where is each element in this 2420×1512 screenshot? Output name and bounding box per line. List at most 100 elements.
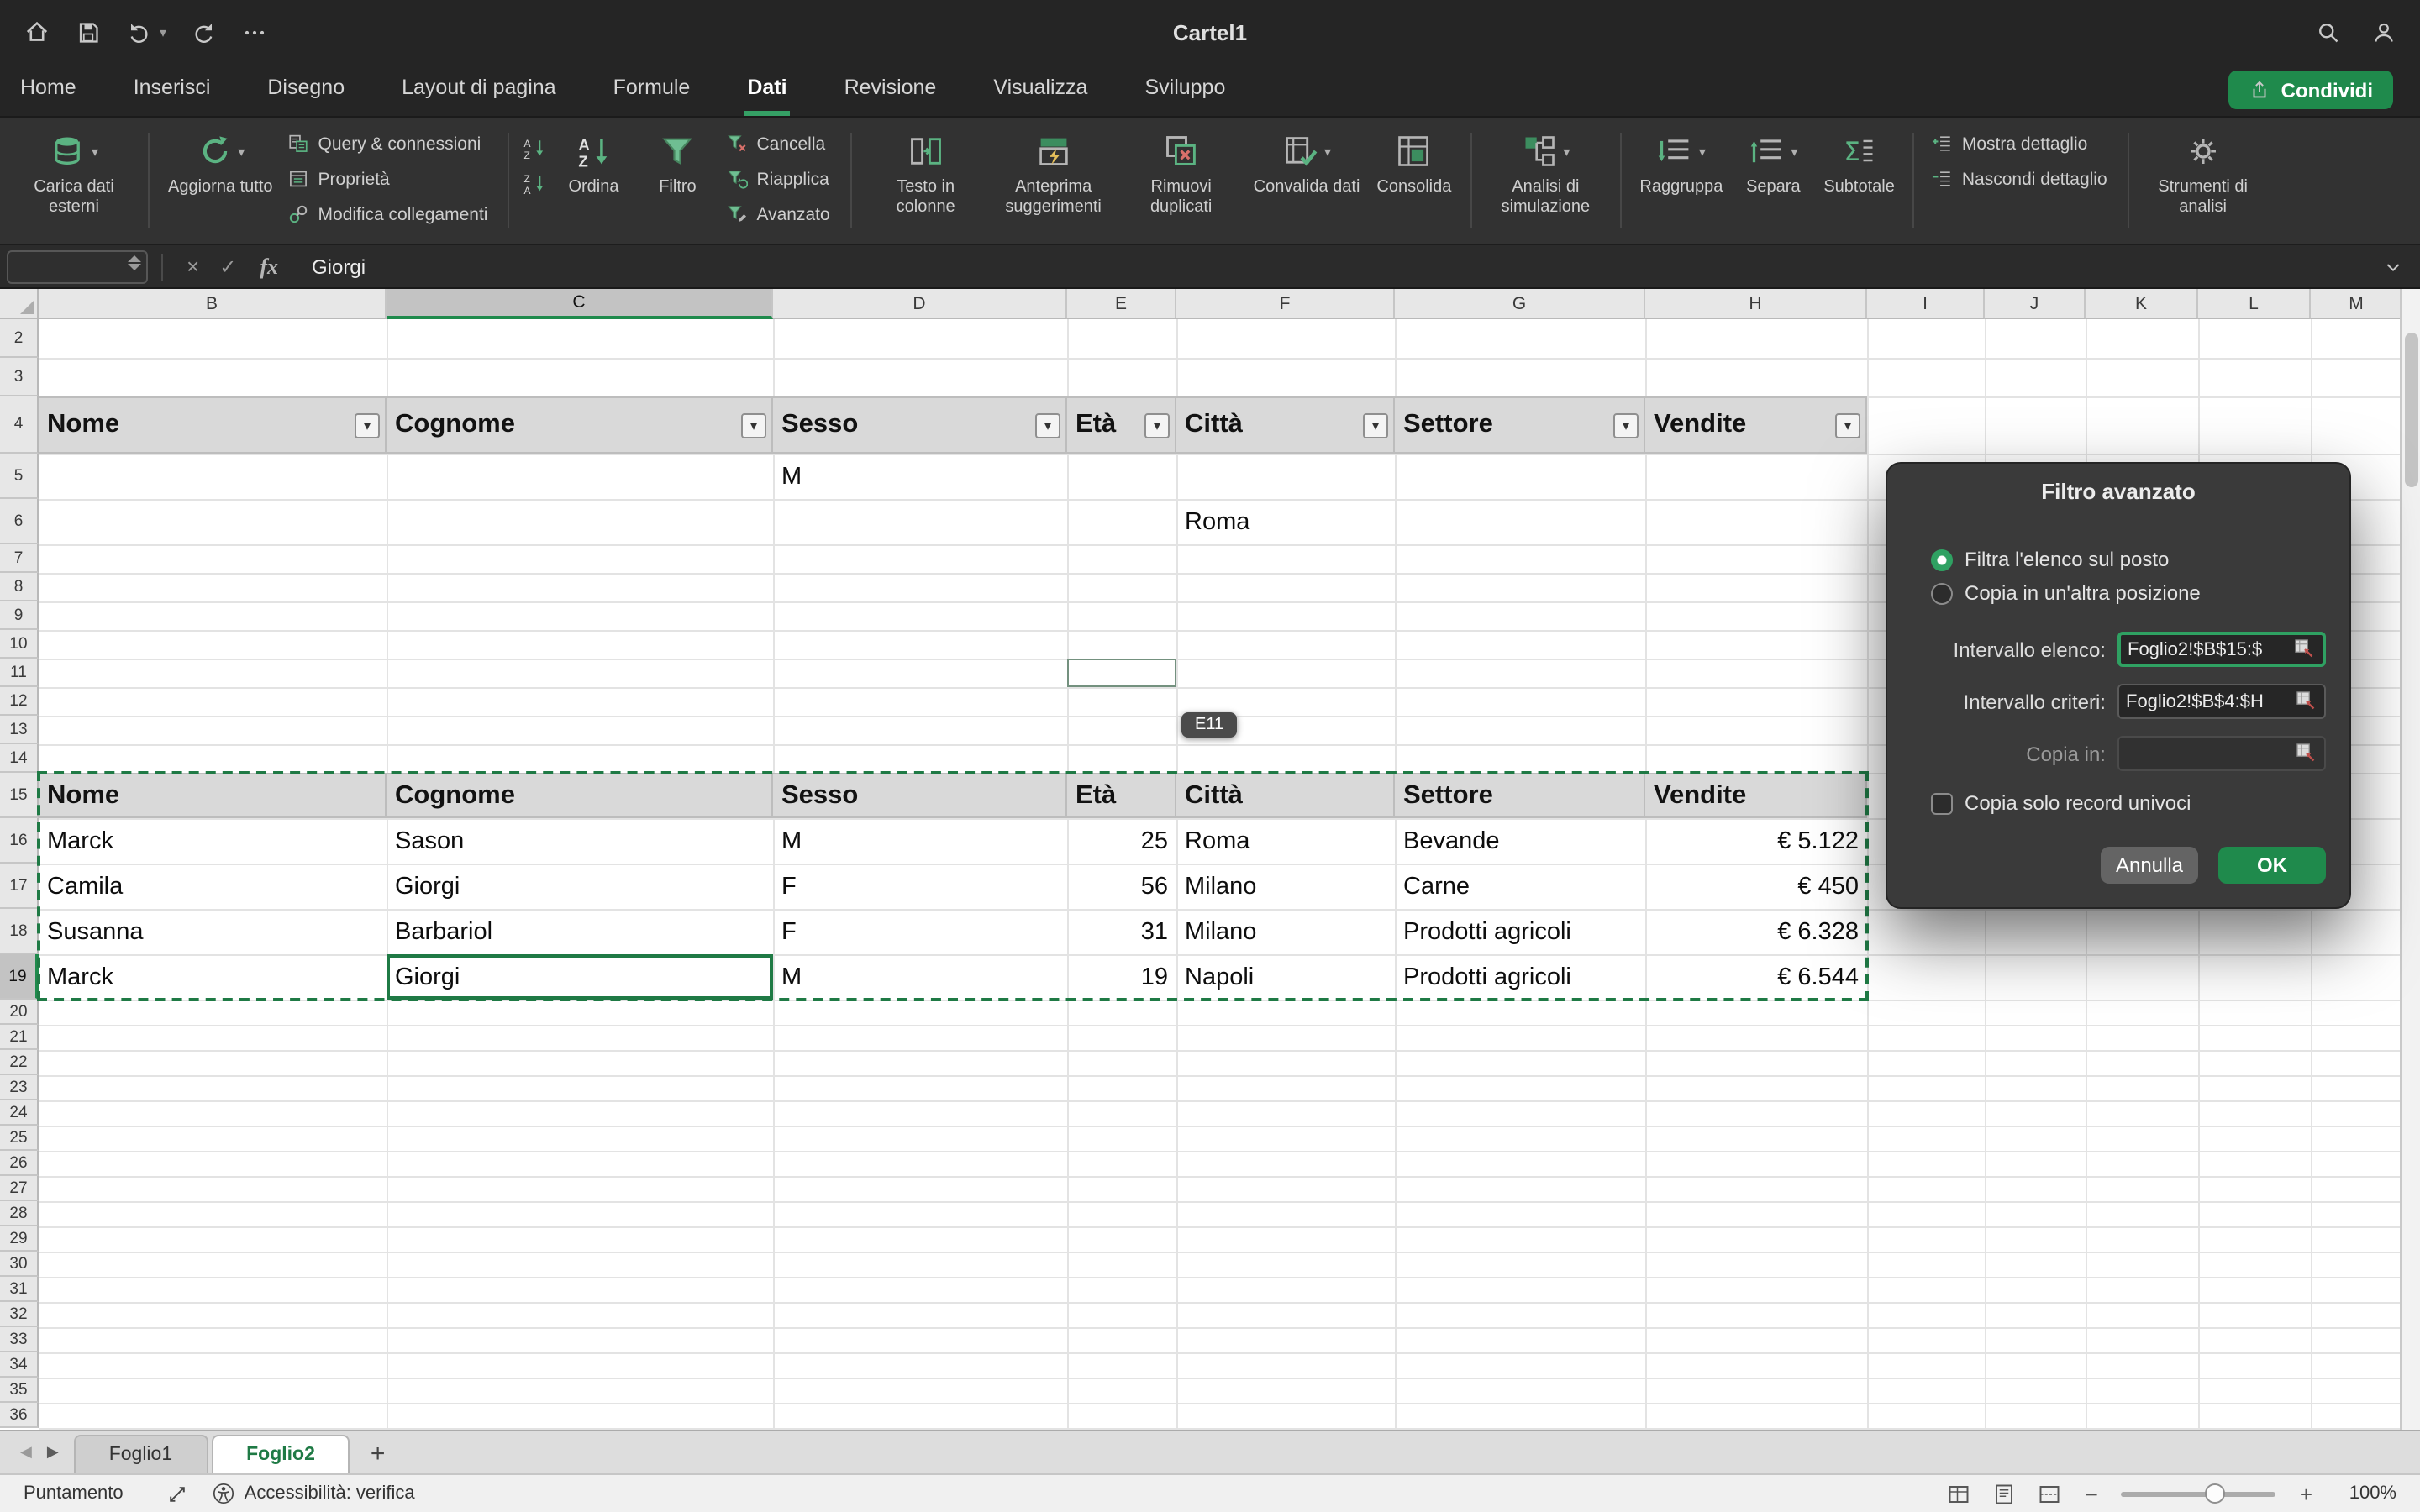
zoom-in-button[interactable]: + <box>2300 1481 2312 1506</box>
share-button[interactable]: Condividi <box>2229 71 2393 109</box>
ribbon-button-query-connessioni[interactable]: Query & connessioni <box>288 133 488 155</box>
ribbon-tab-disegno[interactable]: Disegno <box>264 64 348 116</box>
row-header-32[interactable]: 32 <box>0 1302 39 1327</box>
column-header-K[interactable]: K <box>2086 289 2198 319</box>
ribbon-tab-visualizza[interactable]: Visualizza <box>990 64 1091 116</box>
cell-D15[interactable]: Sesso <box>773 773 1067 818</box>
cancel-entry-icon[interactable]: × <box>187 254 199 279</box>
pending-cell-E11[interactable] <box>1067 659 1176 687</box>
row-header-15[interactable]: 15 <box>0 773 39 818</box>
cell-G15[interactable]: Settore <box>1395 773 1645 818</box>
row-header-3[interactable]: 3 <box>0 358 39 396</box>
row-header-27[interactable]: 27 <box>0 1176 39 1201</box>
row-header-18[interactable]: 18 <box>0 909 39 954</box>
row-header-20[interactable]: 20 <box>0 1000 39 1025</box>
filter-dropdown-icon[interactable]: ▾ <box>1035 412 1060 438</box>
ribbon-tab-dati[interactable]: Dati <box>744 64 790 116</box>
cell-G16[interactable]: Bevande <box>1395 818 1645 864</box>
cell-E15[interactable]: Età <box>1067 773 1176 818</box>
more-actions-icon[interactable] <box>242 19 267 45</box>
ribbon-tab-revisione[interactable]: Revisione <box>841 64 940 116</box>
row-header-17[interactable]: 17 <box>0 864 39 909</box>
row-header-30[interactable]: 30 <box>0 1252 39 1277</box>
cell-E17[interactable]: 56 <box>1067 864 1176 909</box>
cell-G18[interactable]: Prodotti agricoli <box>1395 909 1645 954</box>
sort-asc-button[interactable]: AZ <box>523 136 548 161</box>
row-header-29[interactable]: 29 <box>0 1226 39 1252</box>
cell-H15[interactable]: Vendite <box>1645 773 1867 818</box>
ribbon-button-strumenti-di-analisi[interactable]: Strumenti di analisi <box>2139 126 2267 217</box>
vertical-scrollbar[interactable] <box>2400 289 2420 1430</box>
cell-B19[interactable]: Marck <box>39 954 387 1000</box>
account-icon[interactable] <box>2371 19 2396 45</box>
row-header-8[interactable]: 8 <box>0 573 39 601</box>
filter-dropdown-icon[interactable]: ▾ <box>741 412 766 438</box>
ribbon-button-convalida-dati[interactable]: ▾Convalida dati <box>1245 126 1369 197</box>
sheet-tab-foglio2[interactable]: Foglio2 <box>211 1435 350 1473</box>
ribbon-button-aggiorna-tutto[interactable]: ▾Aggiorna tutto <box>160 126 281 197</box>
cell-D17[interactable]: F <box>773 864 1067 909</box>
row-header-35[interactable]: 35 <box>0 1378 39 1403</box>
ribbon-tab-formule[interactable]: Formule <box>610 64 694 116</box>
select-all-corner[interactable] <box>0 289 39 319</box>
sheet-tab-foglio1[interactable]: Foglio1 <box>74 1435 208 1473</box>
cell-C17[interactable]: Giorgi <box>387 864 773 909</box>
ribbon-tab-layout-di-pagina[interactable]: Layout di pagina <box>398 64 560 116</box>
ribbon-button-ordina[interactable]: AZOrdina <box>551 126 635 197</box>
cancel-button[interactable]: Annulla <box>2101 847 2198 884</box>
row-header-21[interactable]: 21 <box>0 1025 39 1050</box>
sheet-nav-right-icon[interactable]: ▶ <box>47 1443 59 1462</box>
row-header-34[interactable]: 34 <box>0 1352 39 1378</box>
accessibility-status[interactable]: Accessibilità: verifica <box>213 1482 415 1505</box>
ribbon-button-raggruppa[interactable]: ▾Raggruppa <box>1631 126 1731 197</box>
ribbon-button-nascondi-dettaglio[interactable]: Nascondi dettaglio <box>1932 168 2107 190</box>
column-header-B[interactable]: B <box>39 289 387 319</box>
ribbon-button-subtotale[interactable]: ΣSubtotale <box>1815 126 1903 197</box>
search-icon[interactable] <box>2316 19 2341 45</box>
undo-icon[interactable] <box>126 19 151 45</box>
cell-B4[interactable]: Nome <box>39 396 387 454</box>
column-header-M[interactable]: M <box>2311 289 2400 319</box>
filter-dropdown-icon[interactable]: ▾ <box>1363 412 1388 438</box>
row-header-12[interactable]: 12 <box>0 687 39 716</box>
sort-desc-button[interactable]: ZA <box>523 171 548 197</box>
cell-F16[interactable]: Roma <box>1176 818 1395 864</box>
zoom-out-button[interactable]: − <box>2086 1481 2098 1506</box>
ribbon-button-separa[interactable]: ▾Separa <box>1731 126 1815 197</box>
ribbon-button-consolida[interactable]: Consolida <box>1368 126 1460 197</box>
page-break-view-icon[interactable] <box>2037 1481 2062 1506</box>
row-header-14[interactable]: 14 <box>0 744 39 773</box>
cell-C18[interactable]: Barbariol <box>387 909 773 954</box>
cell-G19[interactable]: Prodotti agricoli <box>1395 954 1645 1000</box>
name-box[interactable] <box>7 249 148 283</box>
cell-E19[interactable]: 19 <box>1067 954 1176 1000</box>
filter-dropdown-icon[interactable]: ▾ <box>355 412 380 438</box>
radio-filter-in-place[interactable]: Filtra l'elenco sul posto <box>1931 548 2169 571</box>
row-header-4[interactable]: 4 <box>0 396 39 454</box>
insert-function-icon[interactable]: fx <box>260 253 278 280</box>
cell-F17[interactable]: Milano <box>1176 864 1395 909</box>
cell-E16[interactable]: 25 <box>1067 818 1176 864</box>
ribbon-button-cancella[interactable]: Cancella <box>726 133 829 155</box>
row-header-36[interactable]: 36 <box>0 1403 39 1428</box>
row-header-31[interactable]: 31 <box>0 1277 39 1302</box>
undo-caret-icon[interactable]: ▾ <box>160 24 166 39</box>
row-header-5[interactable]: 5 <box>0 454 39 499</box>
ribbon-tab-sviluppo[interactable]: Sviluppo <box>1141 64 1228 116</box>
save-icon[interactable] <box>76 19 101 45</box>
filter-dropdown-icon[interactable]: ▾ <box>1144 412 1170 438</box>
column-header-D[interactable]: D <box>773 289 1067 319</box>
row-header-10[interactable]: 10 <box>0 630 39 659</box>
row-header-6[interactable]: 6 <box>0 499 39 544</box>
ok-button[interactable]: OK <box>2218 847 2326 884</box>
cell-B15[interactable]: Nome <box>39 773 387 818</box>
cell-C4[interactable]: Cognome <box>387 396 773 454</box>
cell-H16[interactable]: € 5.122 <box>1645 818 1867 864</box>
cell-F19[interactable]: Napoli <box>1176 954 1395 1000</box>
cell-B18[interactable]: Susanna <box>39 909 387 954</box>
zoom-slider-knob[interactable] <box>2206 1483 2226 1503</box>
row-header-11[interactable]: 11 <box>0 659 39 687</box>
row-header-7[interactable]: 7 <box>0 544 39 573</box>
ribbon-button-anteprima-suggerimenti[interactable]: Anteprima suggerimenti <box>990 126 1118 217</box>
cell-F4[interactable]: Città <box>1176 396 1395 454</box>
